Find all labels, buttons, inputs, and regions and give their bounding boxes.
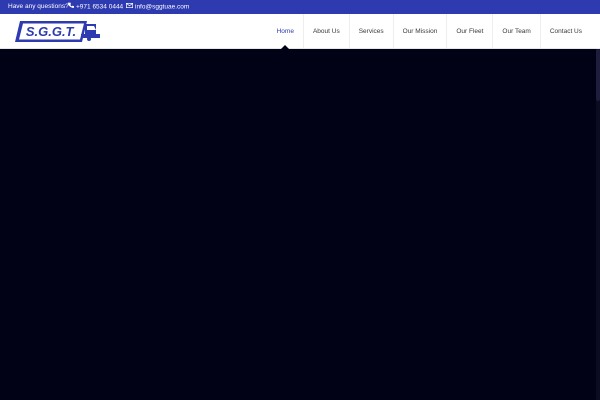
hero-section [0, 49, 600, 400]
envelope-icon [125, 0, 134, 14]
phone-number: +971 6534 0444 [76, 3, 124, 11]
nav-item-about-us[interactable]: About Us [302, 14, 349, 48]
main-nav: Home About Us Services Our Mission Our F… [268, 14, 591, 49]
email-link[interactable]: info@sggtuae.com [125, 0, 190, 15]
nav-item-label: Our Fleet [456, 27, 484, 35]
phone-link[interactable]: +971 6534 0444 [68, 0, 123, 15]
phone-icon [68, 0, 74, 14]
nav-item-contact-us[interactable]: Contact Us [539, 14, 591, 48]
nav-item-services[interactable]: Services [348, 14, 393, 48]
nav-item-our-mission[interactable]: Our Mission [392, 14, 447, 48]
questions-text: Have any questions? [8, 3, 69, 10]
svg-text:S.G.G.T.: S.G.G.T. [26, 24, 76, 39]
nav-item-label: Contact Us [549, 27, 582, 35]
site-logo[interactable]: S.G.G.T. [15, 21, 100, 42]
nav-item-label: Services [358, 27, 384, 35]
scrollbar-thumb[interactable] [596, 49, 600, 101]
nav-item-label: Home [276, 27, 294, 35]
email-address: info@sggtuae.com [135, 3, 190, 11]
nav-item-label: Our Team [502, 27, 531, 35]
site-header: S.G.G.T. Home About Us Services Our Miss… [0, 14, 600, 49]
nav-item-home[interactable]: Home [268, 14, 303, 49]
nav-item-label: About Us [312, 27, 340, 35]
nav-item-our-fleet[interactable]: Our Fleet [446, 14, 492, 48]
scrollbar-track[interactable] [596, 49, 600, 400]
nav-item-our-team[interactable]: Our Team [492, 14, 539, 48]
top-info-bar: Have any questions? +971 6534 0444 info@… [0, 0, 600, 14]
nav-item-label: Our Mission [402, 27, 438, 35]
